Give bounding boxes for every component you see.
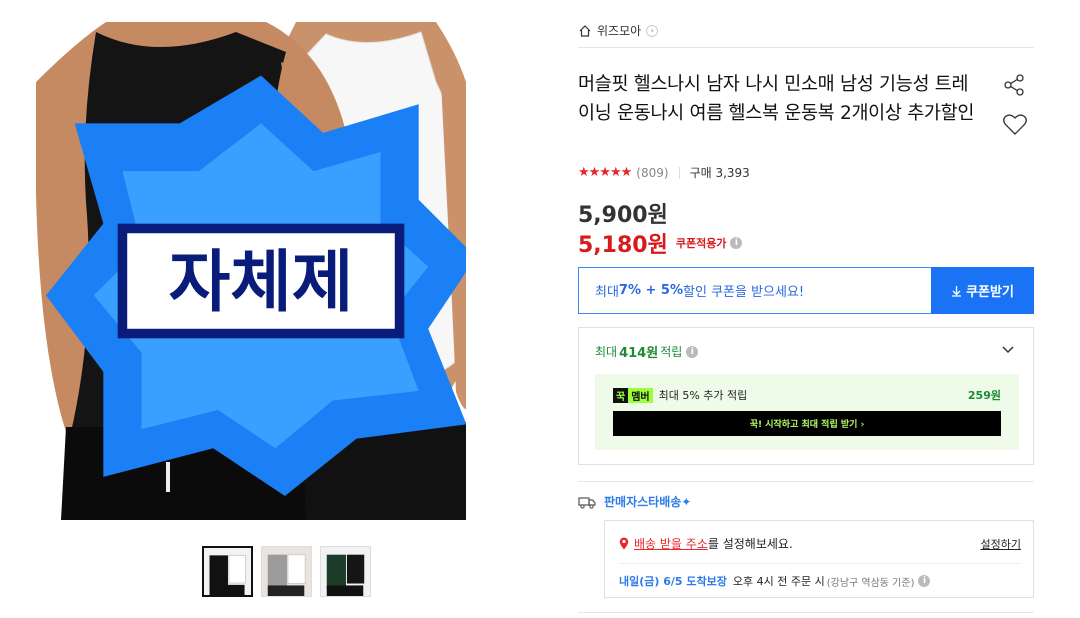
divider xyxy=(578,612,1034,613)
thumbnail-2[interactable] xyxy=(261,546,312,597)
member-logo-part-1: 꾹 xyxy=(613,387,629,403)
coupon-text-prefix: 최대 xyxy=(595,285,619,300)
home-icon xyxy=(579,24,591,37)
coupon-text-suffix: 할인 쿠폰을 받으세요! xyxy=(683,285,805,300)
member-logo-part-2: 멤버 xyxy=(628,387,653,403)
product-main-image[interactable]: 자체제 xyxy=(36,22,466,520)
svg-text:자체제: 자체제 xyxy=(169,243,354,321)
heart-icon[interactable] xyxy=(1002,113,1028,137)
coupon-price-label: 쿠폰적용가 xyxy=(675,237,727,250)
coupon-download-button[interactable]: 쿠폰받기 xyxy=(931,267,1034,314)
rating-stars: ★★★★★ xyxy=(578,165,632,180)
review-count[interactable]: (809) xyxy=(636,166,668,180)
shipping-box: 배송 받을 주소 를 설정해보세요. 설정하기 내일(금) 6/5 도착보장 오… xyxy=(604,520,1034,598)
sale-price-row: 5,180원 쿠폰적용가 i xyxy=(578,227,743,259)
coupon-button-label: 쿠폰받기 xyxy=(966,285,1014,300)
original-price: 5,900원 xyxy=(578,203,668,228)
points-suffix: 적립 xyxy=(660,345,683,359)
member-text: 최대 5% 추가 적립 xyxy=(658,389,748,402)
chevron-right-icon: › xyxy=(646,24,659,37)
purchase-count: 구매 3,393 xyxy=(689,166,750,180)
delivery-address-link[interactable]: 배송 받을 주소 xyxy=(634,535,708,552)
truck-icon xyxy=(578,496,596,509)
order-cutoff: 오후 4시 전 주문 시 xyxy=(732,575,825,588)
location-pin-icon xyxy=(619,537,629,550)
address-suffix: 를 설정해보세요. xyxy=(707,537,793,551)
self-made-badge-icon: 자체제 xyxy=(46,75,466,496)
member-benefit-box: 꾹 멤버 최대 5% 추가 적립 259원 꾹! 시작하고 최대 적립 받기 › xyxy=(595,374,1019,450)
thumbnail-3[interactable] xyxy=(320,546,371,597)
breadcrumb[interactable]: 위즈모아 › xyxy=(578,22,659,39)
shipping-header: 판매자스타배송✦ xyxy=(578,493,691,510)
divider xyxy=(578,481,1034,482)
info-icon[interactable]: i xyxy=(686,345,699,358)
delivery-eta-row: 내일(금) 6/5 도착보장 오후 4시 전 주문 시 (강남구 역삼동 기준)… xyxy=(619,573,931,589)
address-row: 배송 받을 주소 를 설정해보세요. 설정하기 xyxy=(619,535,1021,552)
thumbnail-list xyxy=(202,546,371,597)
set-address-link[interactable]: 설정하기 xyxy=(981,536,1021,552)
shipping-type-label: 판매자스타배송✦ xyxy=(604,495,692,509)
share-icon[interactable] xyxy=(1002,73,1026,97)
member-logo: 꾹 멤버 xyxy=(613,387,653,403)
location-basis: (강남구 역삼동 기준) xyxy=(826,577,915,589)
points-prefix: 최대 xyxy=(595,345,618,359)
delivery-guarantee: 내일(금) 6/5 도착보장 xyxy=(619,575,727,588)
coupon-banner: 최대 7% + 5% 할인 쿠폰을 받으세요! xyxy=(578,267,932,314)
divider xyxy=(678,166,680,179)
divider xyxy=(619,563,1021,564)
points-amount: 414원 xyxy=(619,346,659,361)
info-icon[interactable]: i xyxy=(730,237,743,249)
download-icon xyxy=(952,285,962,297)
member-amount: 259원 xyxy=(967,389,1001,402)
sale-price: 5,180원 xyxy=(578,233,668,258)
chevron-down-icon[interactable] xyxy=(1001,342,1015,356)
rating-row: ★★★★★ (809) 구매 3,393 xyxy=(578,164,750,181)
thumbnail-1[interactable] xyxy=(202,546,253,597)
coupon-rate: 7% + 5% xyxy=(618,283,684,298)
store-name[interactable]: 위즈모아 xyxy=(597,22,641,39)
product-title: 머슬핏 헬스나시 남자 나시 민소매 남성 기능성 트레이닝 운동나시 여름 헬… xyxy=(578,74,975,124)
member-row: 꾹 멤버 최대 5% 추가 적립 259원 xyxy=(613,387,1001,403)
divider xyxy=(578,47,1034,48)
info-icon[interactable]: i xyxy=(918,575,931,587)
points-panel: 최대 414원 적립 i 꾹 멤버 최대 5% 추가 적립 259원 꾹! 시작… xyxy=(578,327,1034,465)
member-start-button[interactable]: 꾹! 시작하고 최대 적립 받기 › xyxy=(613,411,1001,436)
points-summary[interactable]: 최대 414원 적립 i xyxy=(595,342,699,361)
